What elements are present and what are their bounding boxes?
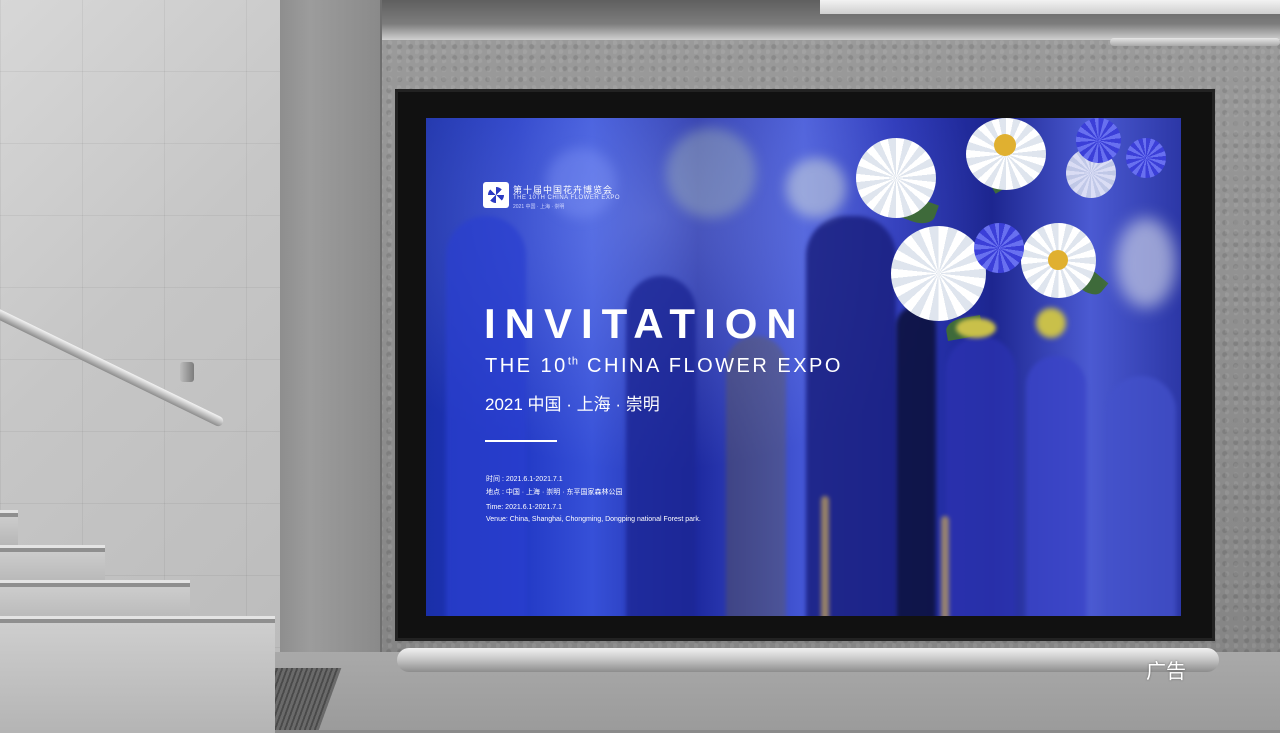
subtitle-pre: THE 10	[485, 355, 568, 377]
stair-step	[0, 510, 18, 549]
ceiling-light	[820, 0, 1280, 14]
subtitle-ordinal: th	[567, 355, 579, 368]
gold-accent	[821, 496, 829, 616]
daisy-center	[1048, 250, 1068, 270]
blurred-vase	[946, 336, 1016, 616]
granite-pillar	[280, 0, 382, 660]
info-venue-cn: 地点 : 中国 · 上海 · 崇明 · 东平国家森林公园	[486, 489, 623, 496]
white-dahlia	[856, 138, 936, 218]
blue-cornflower	[974, 223, 1024, 273]
info-time-cn: 时间 : 2021.6.1-2021.7.1	[486, 476, 563, 483]
bokeh-light	[786, 158, 846, 218]
logo-subline: 2021 中国 · 上海 · 崇明	[513, 204, 565, 210]
blue-cornflower	[1126, 138, 1166, 178]
logo-name-en: THE 10TH CHINA FLOWER EXPO	[513, 195, 621, 201]
stair-step	[0, 616, 275, 733]
blurred-vase	[1106, 376, 1176, 616]
ad-label: 广告	[1146, 659, 1186, 683]
poster-title: INVITATION	[484, 300, 806, 347]
blurred-vase	[726, 336, 786, 616]
blurred-blossom	[1116, 218, 1176, 308]
poster-subtitle: THE 10th CHINA FLOWER EXPO	[485, 355, 843, 378]
blurred-vase	[806, 216, 896, 616]
info-time-en: Time: 2021.6.1-2021.7.1	[486, 504, 563, 511]
blurred-vase	[1026, 356, 1086, 616]
info-venue-en: Venue: China, Shanghai, Chongming, Dongp…	[486, 516, 701, 523]
blurred-vase	[446, 216, 526, 616]
daisy-center	[994, 134, 1016, 156]
poster-dateline: 2021 中国 · 上海 · 崇明	[485, 395, 660, 414]
subtitle-post: CHINA FLOWER EXPO	[579, 355, 843, 377]
billboard-base-rail	[397, 648, 1219, 672]
blue-cornflower	[1076, 118, 1121, 163]
yellow-buds	[1036, 308, 1066, 338]
blurred-vase	[896, 306, 936, 616]
yellow-buds	[956, 318, 996, 338]
bokeh-light	[666, 128, 756, 218]
white-dahlia	[891, 226, 986, 321]
ceiling-pipe	[1110, 38, 1280, 46]
poster-divider	[485, 440, 557, 442]
gold-accent	[941, 516, 949, 616]
handrail-bracket	[180, 362, 194, 382]
expo-logo-icon	[483, 182, 509, 208]
